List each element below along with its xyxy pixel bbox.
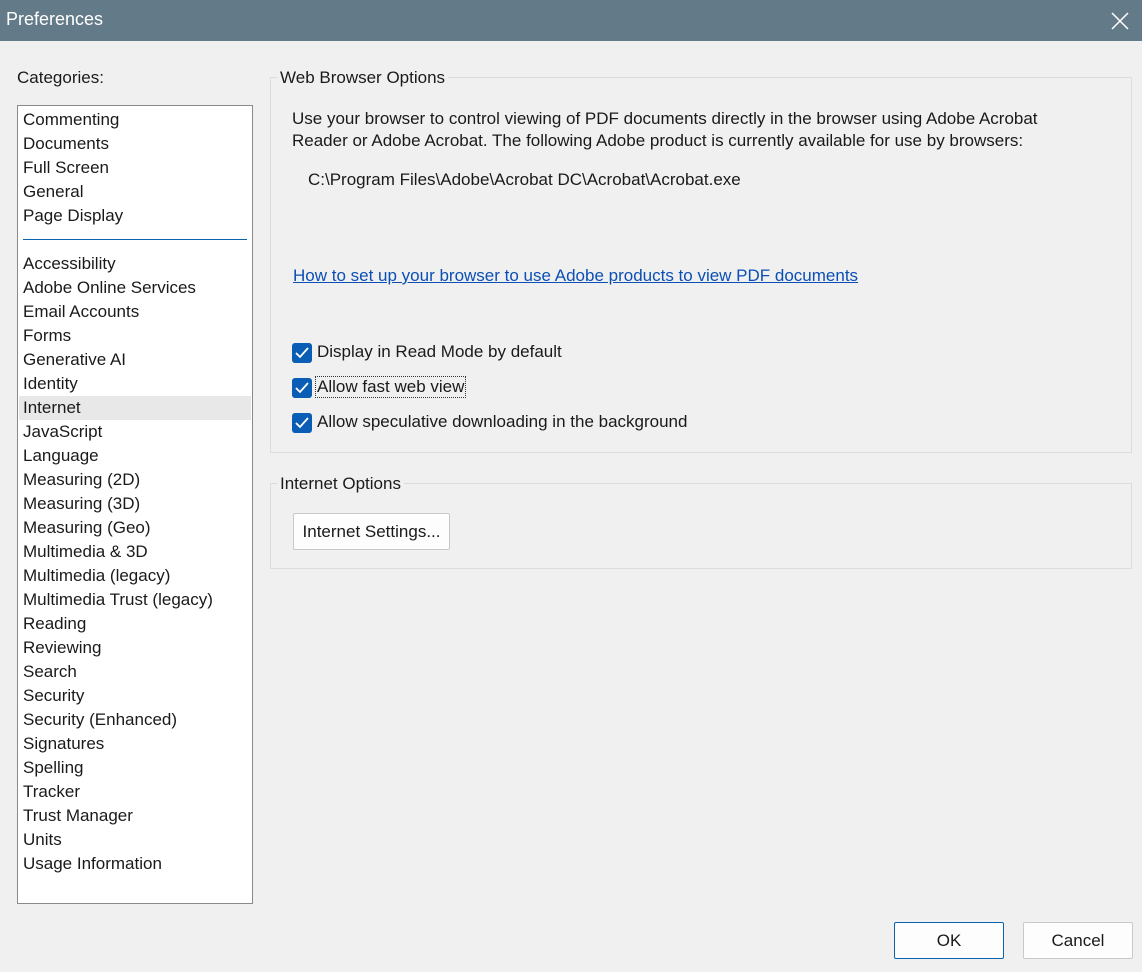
category-item[interactable]: Security (Enhanced) [19,708,251,732]
category-item[interactable]: Reading [19,612,251,636]
fast-web-view-checkbox[interactable] [292,378,312,398]
window-title: Preferences [6,9,104,29]
internet-options-group: Internet Options Internet Settings... [270,474,1132,569]
web-browser-options-group: Web Browser Options Use your browser to … [270,68,1132,453]
web-browser-options-title: Web Browser Options [277,68,449,88]
category-item[interactable]: Multimedia (legacy) [19,564,251,588]
internet-options-title: Internet Options [277,474,404,494]
category-divider [23,239,247,240]
category-item[interactable]: Measuring (3D) [19,492,251,516]
category-item[interactable]: Page Display [19,204,251,228]
category-item[interactable]: Tracker [19,780,251,804]
category-item[interactable]: Search [19,660,251,684]
categories-label: Categories: [17,68,104,87]
browser-setup-help-link[interactable]: How to set up your browser to use Adobe … [293,266,858,286]
category-item[interactable]: Spelling [19,756,251,780]
checkmark-icon [295,417,309,429]
close-icon [1111,12,1129,30]
read-mode-label: Display in Read Mode by default [317,342,562,361]
category-item[interactable]: Usage Information [19,852,251,876]
close-button[interactable] [1098,0,1142,41]
category-item[interactable]: Commenting [19,108,251,132]
category-item[interactable]: Trust Manager [19,804,251,828]
fast-web-view-label: Allow fast web view [314,376,467,398]
category-item[interactable]: General [19,180,251,204]
category-item[interactable]: Adobe Online Services [19,276,251,300]
read-mode-checkbox[interactable] [292,343,312,363]
web-browser-description: Use your browser to control viewing of P… [292,109,1038,150]
category-item-selected[interactable]: Internet [19,396,251,420]
cancel-button[interactable]: Cancel [1023,922,1133,959]
checkmark-icon [295,382,309,394]
category-item[interactable]: Email Accounts [19,300,251,324]
ok-button[interactable]: OK [894,922,1004,959]
category-item[interactable]: JavaScript [19,420,251,444]
checkmark-icon [295,347,309,359]
category-item[interactable]: Multimedia Trust (legacy) [19,588,251,612]
category-item[interactable]: Forms [19,324,251,348]
category-item[interactable]: Generative AI [19,348,251,372]
category-item[interactable]: Security [19,684,251,708]
category-item[interactable]: Language [19,444,251,468]
category-item[interactable]: Measuring (Geo) [19,516,251,540]
speculative-download-label: Allow speculative downloading in the bac… [317,412,688,431]
category-item[interactable]: Identity [19,372,251,396]
internet-settings-button[interactable]: Internet Settings... [293,513,450,550]
category-item[interactable]: Units [19,828,251,852]
category-item[interactable]: Accessibility [19,252,251,276]
product-path: C:\Program Files\Adobe\Acrobat DC\Acroba… [308,170,741,189]
category-item[interactable]: Signatures [19,732,251,756]
category-item[interactable]: Full Screen [19,156,251,180]
title-bar: Preferences [0,0,1142,41]
category-item[interactable]: Reviewing [19,636,251,660]
category-item[interactable]: Multimedia & 3D [19,540,251,564]
speculative-download-checkbox[interactable] [292,413,312,433]
category-item[interactable]: Measuring (2D) [19,468,251,492]
categories-list[interactable]: Commenting Documents Full Screen General… [17,105,253,904]
category-item[interactable]: Documents [19,132,251,156]
